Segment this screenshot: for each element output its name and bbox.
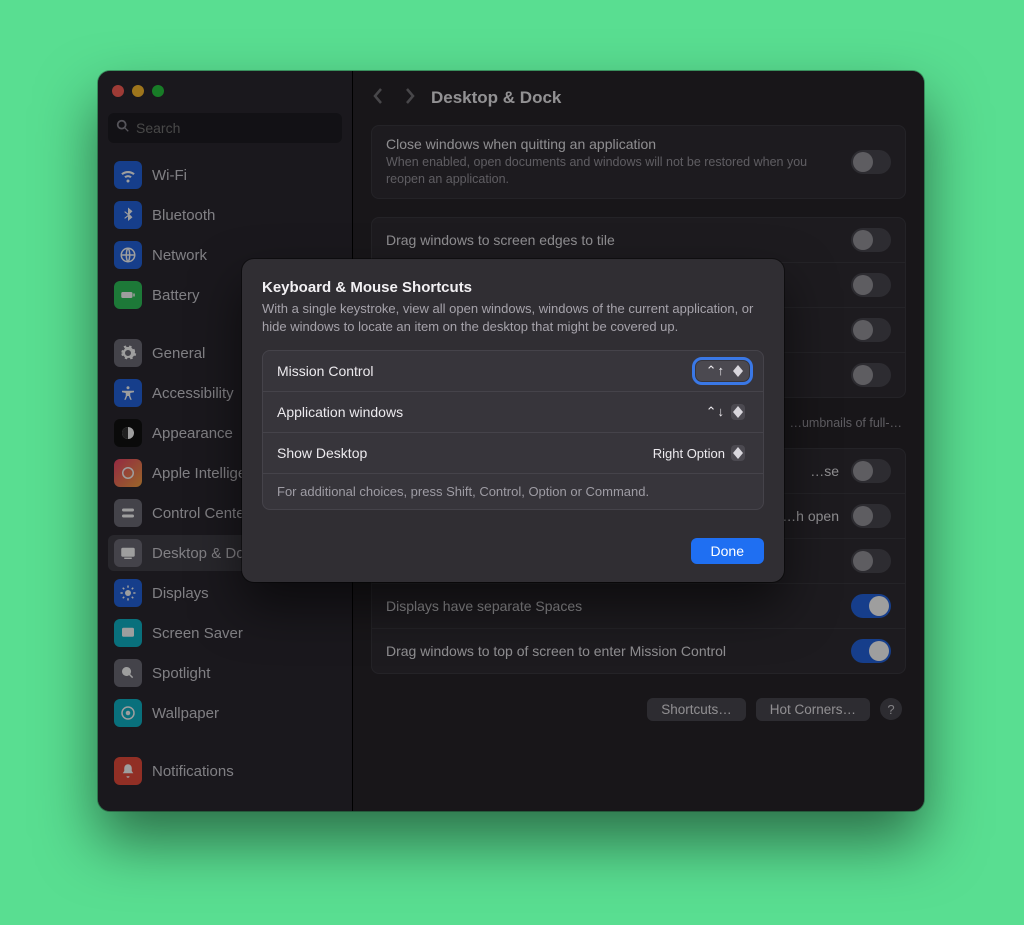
- shortcut-label: Show Desktop: [277, 445, 367, 461]
- stepper-icon: [731, 445, 745, 461]
- shortcut-value: ⌃↓: [706, 404, 725, 420]
- shortcut-label: Application windows: [277, 404, 403, 420]
- shortcut-list: Mission Control ⌃↑ Application windows ⌃…: [262, 350, 764, 510]
- shortcut-selector-mission-control[interactable]: ⌃↑: [696, 361, 749, 381]
- sheet-description: With a single keystroke, view all open w…: [262, 300, 764, 336]
- shortcut-value: Right Option: [653, 446, 725, 461]
- sheet-title: Keyboard & Mouse Shortcuts: [262, 279, 764, 296]
- shortcut-note: For additional choices, press Shift, Con…: [263, 473, 763, 509]
- stepper-icon: [731, 365, 745, 377]
- shortcut-selector-app-windows[interactable]: ⌃↓: [696, 402, 749, 422]
- stepper-icon: [731, 404, 745, 420]
- shortcut-mission-control: Mission Control ⌃↑: [263, 351, 763, 391]
- shortcut-value: ⌃↑: [706, 363, 725, 379]
- done-button[interactable]: Done: [691, 538, 764, 564]
- shortcut-show-desktop: Show Desktop Right Option: [263, 432, 763, 473]
- shortcuts-sheet: Keyboard & Mouse Shortcuts With a single…: [242, 259, 784, 582]
- shortcut-selector-show-desktop[interactable]: Right Option: [643, 443, 749, 463]
- shortcut-application-windows: Application windows ⌃↓: [263, 391, 763, 432]
- shortcut-label: Mission Control: [277, 363, 373, 379]
